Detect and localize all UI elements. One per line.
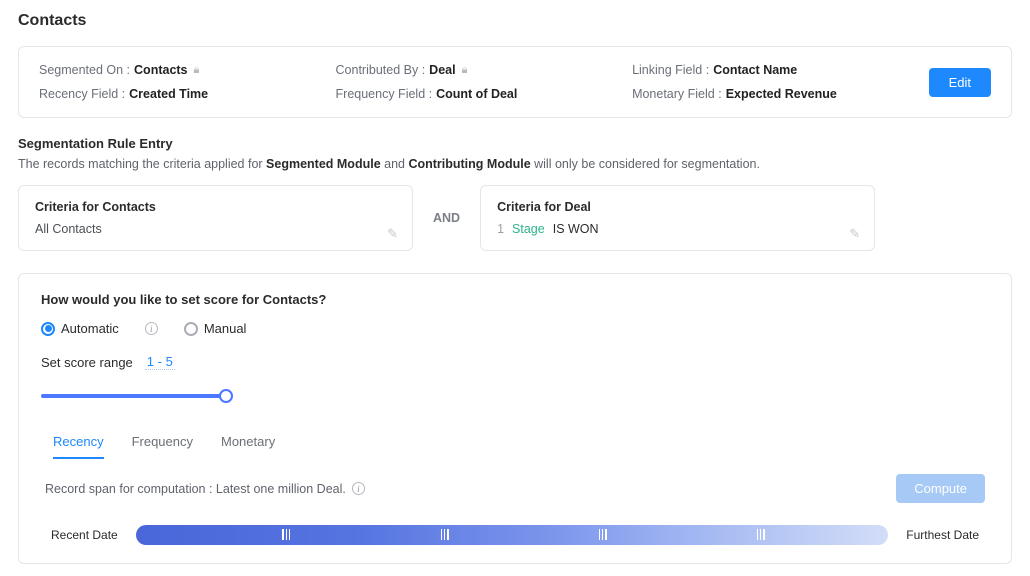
recency-field: Recency Field : Created Time (39, 87, 316, 101)
monetary-field-label: Monetary Field : (632, 87, 722, 101)
contributed-by-label: Contributed By : (336, 63, 426, 77)
frequency-field: Frequency Field : Count of Deal (336, 87, 613, 101)
slider-handle-icon[interactable] (219, 389, 233, 403)
timeline-handle-icon[interactable] (599, 529, 607, 540)
recency-field-label: Recency Field : (39, 87, 125, 101)
pencil-icon[interactable]: ✎ (849, 226, 860, 242)
frequency-field-value: Count of Deal (436, 87, 517, 101)
monetary-field-value: Expected Revenue (726, 87, 837, 101)
recency-field-value: Created Time (129, 87, 208, 101)
criteria-deal-index: 1 (497, 222, 504, 236)
timeline-label-left: Recent Date (51, 528, 118, 542)
rule-description: The records matching the criteria applie… (18, 157, 1012, 171)
compute-button[interactable]: Compute (896, 474, 985, 503)
linking-field-label: Linking Field : (632, 63, 709, 77)
score-range-slider[interactable] (41, 388, 226, 404)
tab-frequency[interactable]: Frequency (132, 434, 193, 459)
segmented-on-value: Contacts (134, 63, 187, 77)
criteria-contacts-card: Criteria for Contacts All Contacts ✎ (18, 185, 413, 251)
pencil-icon[interactable]: ✎ (387, 226, 398, 242)
radio-dot-icon (41, 322, 55, 336)
contributed-by-field: Contributed By : Deal 🔒︎ (336, 63, 613, 77)
radio-dot-icon (184, 322, 198, 336)
timeline-handle-icon[interactable] (282, 529, 290, 540)
timeline-handle-icon[interactable] (441, 529, 449, 540)
timeline-label-right: Furthest Date (906, 528, 979, 542)
lock-icon: 🔒︎ (462, 64, 468, 77)
monetary-field: Monetary Field : Expected Revenue (632, 87, 909, 101)
info-icon[interactable]: i (352, 482, 365, 495)
summary-card: Segmented On : Contacts 🔒︎ Recency Field… (18, 46, 1012, 118)
score-question: How would you like to set score for Cont… (41, 292, 989, 307)
criteria-deal-title: Criteria for Deal (497, 200, 858, 214)
compute-description: Record span for computation : Latest one… (45, 482, 346, 496)
tab-recency[interactable]: Recency (53, 434, 104, 459)
criteria-contacts-title: Criteria for Contacts (35, 200, 396, 214)
and-label: AND (433, 211, 460, 225)
score-range-label: Set score range (41, 355, 133, 370)
radio-manual-label: Manual (204, 321, 247, 336)
frequency-field-label: Frequency Field : (336, 87, 433, 101)
radio-automatic[interactable]: Automatic (41, 321, 119, 336)
segmented-on-field: Segmented On : Contacts 🔒︎ (39, 63, 316, 77)
info-icon[interactable]: i (145, 322, 158, 335)
lock-icon: 🔒︎ (194, 64, 200, 77)
contributed-by-value: Deal (429, 63, 455, 77)
timeline-bar[interactable] (136, 525, 889, 545)
score-card: How would you like to set score for Cont… (18, 273, 1012, 564)
rule-heading: Segmentation Rule Entry (18, 136, 1012, 151)
radio-automatic-label: Automatic (61, 321, 119, 336)
linking-field-value: Contact Name (713, 63, 797, 77)
criteria-deal-operator: IS WON (553, 222, 599, 236)
criteria-contacts-body: All Contacts (35, 222, 396, 236)
linking-field: Linking Field : Contact Name (632, 63, 909, 77)
page-title: Contacts (18, 12, 1012, 30)
timeline-handle-icon[interactable] (757, 529, 765, 540)
score-range-value[interactable]: 1 - 5 (145, 354, 175, 370)
tab-monetary[interactable]: Monetary (221, 434, 275, 459)
segmented-on-label: Segmented On : (39, 63, 130, 77)
criteria-deal-field: Stage (512, 222, 545, 236)
criteria-deal-card: Criteria for Deal 1 Stage IS WON ✎ (480, 185, 875, 251)
edit-button[interactable]: Edit (929, 68, 991, 97)
radio-manual[interactable]: Manual (184, 321, 247, 336)
